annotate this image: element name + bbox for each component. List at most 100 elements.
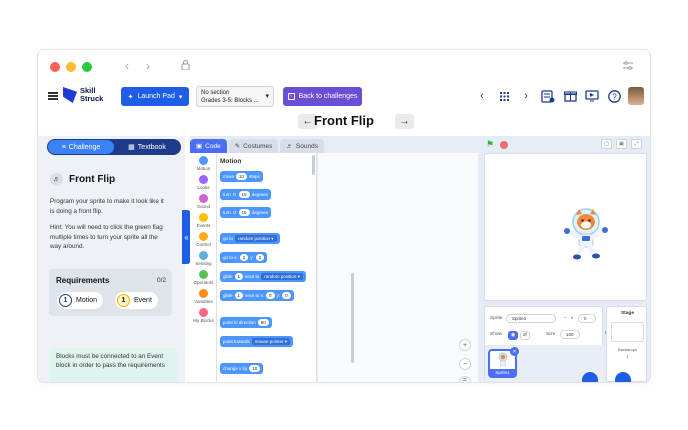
- minimize-dot[interactable]: [66, 62, 76, 72]
- tab-sounds[interactable]: ♬ Sounds: [280, 139, 324, 153]
- category-events[interactable]: Events: [190, 213, 217, 228]
- add-sprite-button[interactable]: [582, 372, 598, 382]
- stage-thumbnail[interactable]: [611, 322, 644, 342]
- rotate-left-icon: ↺: [232, 209, 237, 215]
- fullscreen-icon[interactable]: ⤢: [631, 139, 642, 149]
- block-input[interactable]: 10: [236, 173, 248, 180]
- block-input[interactable]: 15: [238, 191, 250, 198]
- monitor-icon[interactable]: [584, 87, 600, 105]
- large-stage-icon[interactable]: ▣: [616, 139, 627, 149]
- prev-icon[interactable]: ‹: [474, 87, 490, 105]
- trash-icon[interactable]: ✕: [510, 347, 519, 356]
- category-dot-icon: [199, 175, 208, 184]
- launch-pad-button[interactable]: ✦ Launch Pad ▾: [121, 87, 189, 106]
- next-project-button[interactable]: →: [395, 114, 414, 129]
- help-icon[interactable]: ?: [606, 87, 622, 105]
- chevron-left-icon[interactable]: ‹: [125, 59, 129, 73]
- sliders-icon[interactable]: [623, 59, 633, 73]
- size-input[interactable]: 100: [560, 330, 580, 339]
- tab-costumes[interactable]: ✎ Costumes: [228, 139, 279, 153]
- category-my-blocks[interactable]: My Blocks: [190, 308, 217, 323]
- stop-icon[interactable]: [500, 141, 508, 149]
- avatar[interactable]: [628, 87, 644, 105]
- back-to-challenges-button[interactable]: ‹ Back to challenges: [283, 87, 362, 106]
- chevron-right-icon[interactable]: ›: [146, 59, 150, 73]
- grid-icon[interactable]: [496, 87, 512, 105]
- tab-code[interactable]: ▣ Code: [190, 139, 227, 153]
- tab-textbook[interactable]: ▦ Textbook: [114, 140, 180, 154]
- speaker-icon[interactable]: ♬: [50, 173, 63, 186]
- code-workspace[interactable]: [318, 153, 478, 382]
- stage-panel[interactable]: Stage Backdrops 1: [606, 306, 647, 382]
- sprite-name-input[interactable]: Sprite1: [506, 314, 556, 323]
- category-sound[interactable]: Sound: [190, 194, 217, 209]
- browser-titlebar: ‹ ›: [38, 50, 650, 84]
- block-input[interactable]: 0: [255, 254, 265, 261]
- block-change-x[interactable]: change x by 10: [220, 363, 264, 374]
- block-glide-to[interactable]: glide 1 secs to random position ▾: [220, 271, 306, 282]
- stage-controls: ⚑ ▢ ▣ ⤢: [486, 139, 650, 151]
- small-stage-icon[interactable]: ▢: [601, 139, 612, 149]
- block-go-to[interactable]: go to random position ▾: [220, 233, 280, 244]
- block-input[interactable]: 1: [234, 273, 244, 280]
- assignment-icon[interactable]: [540, 87, 556, 105]
- category-dot-icon: [199, 194, 208, 203]
- category-motion[interactable]: Motion: [190, 156, 217, 171]
- block-go-to-xy[interactable]: go to x: 0 y: 0: [220, 252, 268, 263]
- logo-line-2: Struck: [80, 94, 104, 103]
- sprite-thumbnail[interactable]: Sprite1 ✕: [488, 347, 519, 378]
- block-move-steps[interactable]: move 10 steps: [220, 171, 263, 182]
- sprite-info-panel: Sprite Sprite1 ↔ x 0 Show ◉ Ø Size 100 S…: [484, 306, 604, 382]
- zoom-out-icon[interactable]: −: [459, 358, 471, 370]
- next-icon[interactable]: ›: [518, 87, 534, 105]
- menu-icon[interactable]: [48, 92, 58, 100]
- stage-canvas[interactable]: [484, 153, 647, 301]
- launch-pad-label: Launch Pad: [137, 93, 175, 100]
- challenge-heading: ♬ Front Flip: [50, 173, 115, 186]
- category-sensing[interactable]: Sensing: [190, 251, 217, 266]
- add-backdrop-button[interactable]: [615, 372, 631, 382]
- block-input[interactable]: 0: [282, 292, 291, 299]
- close-dot[interactable]: [50, 62, 60, 72]
- zoom-in-icon[interactable]: +: [459, 339, 471, 351]
- gift-box-icon[interactable]: [562, 87, 578, 105]
- astronaut-cat-sprite[interactable]: [561, 205, 611, 260]
- block-input[interactable]: 90: [257, 319, 269, 326]
- eye-off-icon[interactable]: Ø: [520, 331, 530, 340]
- block-input[interactable]: 1: [234, 292, 244, 299]
- block-dropdown[interactable]: random position ▾: [235, 235, 277, 242]
- zoom-reset-icon[interactable]: =: [459, 376, 471, 382]
- block-input[interactable]: 0: [239, 254, 249, 261]
- rotate-right-icon: ↻: [232, 191, 237, 197]
- block-turn-right[interactable]: turn ↻ 15 degrees: [220, 189, 271, 200]
- category-control[interactable]: Control: [190, 232, 217, 247]
- workspace-scrollbar[interactable]: [351, 273, 354, 363]
- block-point-direction[interactable]: point in direction 90: [220, 317, 272, 328]
- block-point-towards[interactable]: point towards mouse-pointer ▾: [220, 336, 294, 347]
- eye-icon[interactable]: ◉: [508, 331, 518, 340]
- block-input[interactable]: 10: [249, 365, 261, 372]
- maximize-dot[interactable]: [82, 62, 92, 72]
- block-text: glide: [223, 274, 233, 279]
- category-looks[interactable]: Looks: [190, 175, 217, 190]
- block-turn-left[interactable]: turn ↺ 15 degrees: [220, 207, 271, 218]
- block-dropdown[interactable]: random position ▾: [261, 273, 303, 280]
- category-operators[interactable]: Operators: [190, 270, 217, 285]
- block-text: change x by: [223, 366, 248, 371]
- block-glide-to-xy[interactable]: glide 1 secs to x: 0 y: 0: [220, 290, 294, 301]
- header-tools: ‹ › ?: [474, 87, 644, 105]
- tab-challenge[interactable]: ≡ Challenge: [48, 140, 114, 154]
- tab-sounds-label: Sounds: [295, 142, 318, 150]
- block-input[interactable]: 0: [266, 292, 275, 299]
- x-input[interactable]: 0: [578, 314, 596, 323]
- section-select[interactable]: No section Grades 3-5: Blocks ... ▾: [196, 86, 274, 107]
- green-flag-icon[interactable]: ⚑: [486, 139, 494, 150]
- category-label: Operators: [193, 280, 214, 285]
- skillstruck-logo[interactable]: Skill Struck: [63, 87, 103, 103]
- block-text: degrees: [251, 192, 268, 197]
- palette-scrollbar[interactable]: [312, 155, 315, 175]
- block-dropdown[interactable]: mouse-pointer ▾: [251, 338, 291, 345]
- block-input[interactable]: 15: [238, 209, 250, 216]
- category-variables[interactable]: Variables: [190, 289, 217, 304]
- editor-tabs: ▣ Code ✎ Costumes ♬ Sounds: [190, 139, 324, 153]
